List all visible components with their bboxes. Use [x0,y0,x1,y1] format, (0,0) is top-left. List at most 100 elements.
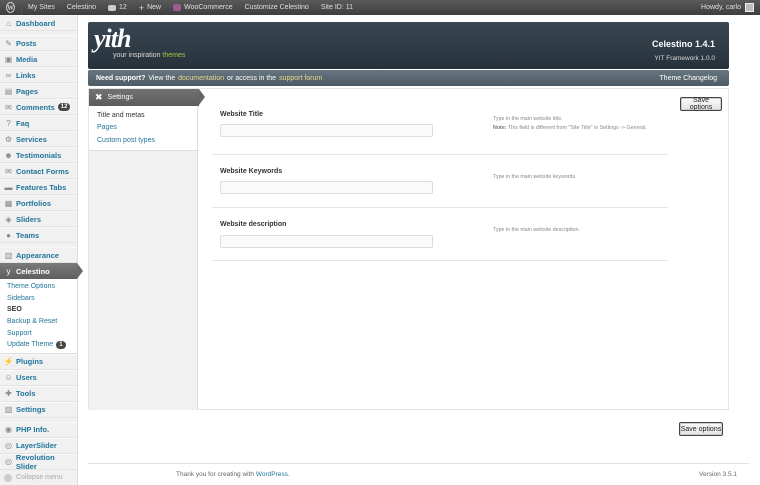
submenu-item-update-theme[interactable]: Update Theme 1 [0,339,77,351]
teams-icon: ● [6,230,11,240]
thanks-period: . [287,471,290,478]
save-options-button-bottom[interactable]: Save options [679,422,723,436]
sidebar-item-label: Pages [16,86,39,96]
sidebar-item-dashboard[interactable]: ⌂ Dashboard [0,15,77,31]
sidebar-item-testimonials[interactable]: ☻ Testimonials [0,147,77,163]
sidebar-item-php-info[interactable]: ◉ PHP Info. [0,421,77,438]
account-menu[interactable]: Howdy, carlo [695,0,760,15]
submenu-item-sidebars[interactable]: Sidebars [0,293,77,305]
sidebar-item-label: Services [16,134,47,144]
field-website-keywords: Website Keywords Type in the main websit… [212,155,668,208]
submenu-item-seo[interactable]: SEO [0,304,77,316]
tab-title-and-metas[interactable]: Title and metas [89,109,197,122]
sidebar-item-appearance[interactable]: ▥ Appearance [0,247,77,263]
sidebar-item-media[interactable]: ▣ Media [0,51,77,67]
sidebar-item-faq[interactable]: ? Faq [0,115,77,131]
testimonials-icon: ☻ [4,150,13,160]
site-name-link[interactable]: Celestino [61,0,102,15]
field-label: Website Title [220,111,263,118]
support-bar: Need support? View the documentation or … [88,70,729,86]
admin-sidebar: ⌂ Dashboard ✎ Posts ▣ Media ∞ Links ▤ Pages ✉ Comme… [0,15,83,485]
sidebar-item-label: Portfolios [16,198,51,208]
sidebar-item-label: Users [16,373,37,383]
sidebar-item-sliders[interactable]: ◈ Sliders [0,211,77,227]
woocommerce-link[interactable]: WooCommerce [167,0,239,15]
sidebar-item-celestino[interactable]: y Celestino [0,263,83,279]
sidebar-item-teams[interactable]: ● Teams [0,227,77,243]
dashboard-icon: ⌂ [6,18,11,28]
settings-tab-label: Settings [107,94,133,101]
support-forum-link[interactable]: support forum [279,75,322,82]
yith-logo: yith [94,24,131,53]
update-count-badge: 1 [56,340,66,349]
field-website-description: Website description Type in the main web… [212,208,668,261]
sidebar-item-pages[interactable]: ▤ Pages [0,83,77,99]
sidebar-item-label: Appearance [16,250,59,260]
submenu-item-backup-reset[interactable]: Backup & Reset [0,316,77,328]
sidebar-item-posts[interactable]: ✎ Posts [0,35,77,51]
sidebar-item-users[interactable]: ☺ Users [0,369,77,386]
collapse-label: Collapse menu [16,474,63,482]
submenu-item-support[interactable]: Support [0,327,77,339]
sidebar-item-services[interactable]: ⚙ Services [0,131,77,147]
services-icon: ⚙ [4,134,13,144]
field-description: Type in the main website title. Note: Th… [493,115,653,132]
new-content-link[interactable]: + New [133,0,167,15]
settings-tab-header[interactable]: ✖ Settings [89,89,205,106]
wrench-icon: ✖ [95,92,103,102]
website-title-input[interactable] [220,124,433,137]
sidebar-item-plugins[interactable]: ⚡ Plugins [0,353,77,370]
features-tabs-icon: ▬ [4,182,13,192]
collapse-menu-button[interactable]: Collapse menu [0,470,77,485]
comment-bubble-icon [108,4,117,11]
field-description: Type in the main website keywords. [493,174,577,180]
theme-version: Celestino 1.4.1 [651,39,715,49]
appearance-icon: ▥ [4,250,13,260]
portfolios-icon: ▦ [4,198,13,208]
wp-logo-button[interactable]: W [0,0,22,15]
submenu-item-label: Update Theme [7,341,54,349]
sidebar-item-label: Tools [16,389,36,399]
my-sites-link[interactable]: My Sites [22,0,61,15]
footer-thanks: Thank you for creating with WordPress. [176,471,290,478]
website-keywords-input[interactable] [220,181,433,194]
submenu-item-theme-options[interactable]: Theme Options [0,281,77,293]
sidebar-item-revolution-slider[interactable]: ◎ Revolution Slider [0,453,77,471]
sidebar-item-label: PHP Info. [16,425,50,435]
php-info-icon: ◉ [5,425,12,435]
tab-pages[interactable]: Pages [89,122,197,135]
sidebar-item-label: Plugins [16,357,44,367]
sidebar-item-portfolios[interactable]: ▦ Portfolios [0,195,77,211]
media-icon: ▣ [4,54,13,64]
comments-link[interactable]: 12 [102,0,133,15]
sidebar-item-features-tabs[interactable]: ▬ Features Tabs [0,179,77,195]
howdy-label: Howdy, carlo [701,4,741,11]
sidebar-item-label: Testimonials [16,150,62,160]
tagline: your inspiration themes [113,52,185,59]
count-badge: 12 [57,103,71,111]
website-description-input[interactable] [220,235,433,248]
sidebar-item-label: Dashboard [16,18,56,28]
tab-custom-post-types[interactable]: Custom post types [89,134,197,147]
plus-icon: + [138,2,145,13]
sliders-icon: ◈ [5,214,12,224]
admin-bar: W My Sites Celestino 12 + New WooCommerce… [0,0,760,15]
submenu-item-label: Sidebars [7,294,35,302]
sidebar-item-links[interactable]: ∞ Links [0,67,77,83]
comments-icon: ✉ [5,102,12,112]
save-options-button-top[interactable]: Save options [680,97,722,111]
theme-changelog-link[interactable]: Theme Changelog [659,75,717,82]
documentation-link[interactable]: documentation [178,75,224,82]
celestino-icon: y [6,266,11,276]
sidebar-item-tools[interactable]: ✚ Tools [0,385,77,402]
field-desc-text: Type in the main website title. [493,116,563,122]
customize-link[interactable]: Customize Celestino [239,0,315,15]
sidebar-item-contact-forms[interactable]: ✉ Contact Forms [0,163,77,179]
sidebar-item-comments[interactable]: ✉ Comments 12 [0,99,77,115]
sidebar-item-layerslider[interactable]: ◎ LayerSlider [0,437,77,454]
contact-forms-icon: ✉ [5,166,12,176]
wordpress-link[interactable]: WordPress [256,471,288,478]
posts-icon: ✎ [5,38,12,48]
sidebar-item-settings[interactable]: ▧ Settings [0,401,77,418]
note-label: Note: [493,124,507,131]
